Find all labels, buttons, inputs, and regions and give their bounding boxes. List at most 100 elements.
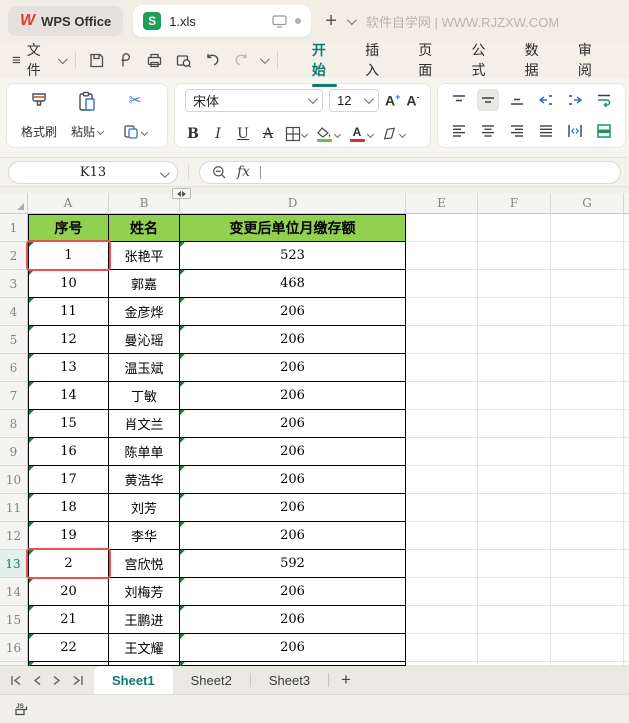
strikethrough-button[interactable]: A bbox=[260, 126, 276, 142]
row-header-8[interactable]: 8 bbox=[0, 410, 28, 438]
decrease-font-button[interactable]: A- bbox=[406, 92, 419, 109]
cell-F7[interactable] bbox=[478, 382, 551, 410]
row-header-7[interactable]: 7 bbox=[0, 382, 28, 410]
cell-F12[interactable] bbox=[478, 522, 551, 550]
sheet-tab-Sheet3[interactable]: Sheet3 bbox=[251, 666, 328, 694]
cell-G4[interactable] bbox=[551, 298, 624, 326]
column-header-A[interactable]: A bbox=[28, 193, 109, 214]
cell-A15[interactable]: 21 bbox=[28, 606, 109, 634]
save-button[interactable] bbox=[86, 49, 108, 71]
cell-B12[interactable]: 李华 bbox=[109, 522, 180, 550]
insert-function-icon[interactable]: fx bbox=[237, 164, 250, 180]
cell-E12[interactable] bbox=[406, 522, 478, 550]
cell-F16[interactable] bbox=[478, 634, 551, 662]
cell-D8[interactable]: 206 bbox=[180, 410, 406, 438]
row-header-10[interactable]: 10 bbox=[0, 466, 28, 494]
last-sheet-button[interactable] bbox=[71, 675, 84, 686]
cell-D7[interactable]: 206 bbox=[180, 382, 406, 410]
cell-B3[interactable]: 郭嘉 bbox=[109, 270, 180, 298]
cell-B5[interactable]: 曼沁瑶 bbox=[109, 326, 180, 354]
cell-B13[interactable]: 宫欣悦 bbox=[109, 550, 180, 578]
cell-D15[interactable]: 206 bbox=[180, 606, 406, 634]
cell-B15[interactable]: 王鹏进 bbox=[109, 606, 180, 634]
cell-G2[interactable] bbox=[551, 242, 624, 270]
row-header-6[interactable]: 6 bbox=[0, 354, 28, 382]
cell-F5[interactable] bbox=[478, 326, 551, 354]
cell-B8[interactable]: 肖文兰 bbox=[109, 410, 180, 438]
row-header-15[interactable]: 15 bbox=[0, 606, 28, 634]
justify-button[interactable] bbox=[535, 120, 557, 142]
ribbon-tab-开始[interactable]: 开始 bbox=[298, 33, 351, 87]
wps-office-menu-button[interactable]: W WPS Office bbox=[8, 6, 124, 36]
cell-E2[interactable] bbox=[406, 242, 478, 270]
cell-G12[interactable] bbox=[551, 522, 624, 550]
cell-F9[interactable] bbox=[478, 438, 551, 466]
cell-D13[interactable]: 592 bbox=[180, 550, 406, 578]
cell-G3[interactable] bbox=[551, 270, 624, 298]
fill-color-chevron-icon[interactable] bbox=[333, 130, 342, 138]
next-sheet-button[interactable] bbox=[52, 675, 61, 686]
column-header-E[interactable]: E bbox=[406, 193, 478, 214]
font-color-button[interactable]: A bbox=[349, 126, 365, 142]
ribbon-tab-插入[interactable]: 插入 bbox=[351, 33, 404, 87]
new-tab-button[interactable]: + bbox=[325, 11, 337, 31]
ribbon-tab-公式[interactable]: 公式 bbox=[457, 33, 510, 87]
merge-cells-button[interactable] bbox=[593, 120, 615, 142]
cell-F14[interactable] bbox=[478, 578, 551, 606]
row-header-3[interactable]: 3 bbox=[0, 270, 28, 298]
cell-A8[interactable]: 15 bbox=[28, 410, 109, 438]
cell-B9[interactable]: 陈单单 bbox=[109, 438, 180, 466]
font-size-select[interactable]: 12 bbox=[329, 89, 379, 112]
cell-B4[interactable]: 金彦烨 bbox=[109, 298, 180, 326]
cell-E7[interactable] bbox=[406, 382, 478, 410]
cell-F-partial[interactable] bbox=[478, 662, 551, 666]
cell-F11[interactable] bbox=[478, 494, 551, 522]
row-header-5[interactable]: 5 bbox=[0, 326, 28, 354]
align-center-button[interactable] bbox=[477, 120, 499, 142]
cell-B2[interactable]: 张艳平 bbox=[109, 242, 180, 270]
cell-B7[interactable]: 丁敏 bbox=[109, 382, 180, 410]
cell-A16[interactable]: 22 bbox=[28, 634, 109, 662]
cell-B14[interactable]: 刘梅芳 bbox=[109, 578, 180, 606]
sheet-tab-Sheet1[interactable]: Sheet1 bbox=[94, 666, 173, 694]
align-bottom-button[interactable] bbox=[506, 89, 528, 111]
cell-G9[interactable] bbox=[551, 438, 624, 466]
cell-A9[interactable]: 16 bbox=[28, 438, 109, 466]
cell-G-partial[interactable] bbox=[551, 662, 624, 666]
font-name-select[interactable]: 宋体 bbox=[185, 89, 323, 112]
cell-G6[interactable] bbox=[551, 354, 624, 382]
cell-B10[interactable]: 黄浩华 bbox=[109, 466, 180, 494]
select-all-corner[interactable] bbox=[0, 193, 28, 214]
cell-A11[interactable]: 18 bbox=[28, 494, 109, 522]
format-painter-button[interactable]: 格式刷 bbox=[15, 88, 63, 143]
align-left-button[interactable] bbox=[448, 120, 470, 142]
cell-A-partial[interactable] bbox=[28, 662, 109, 666]
cell-D6[interactable]: 206 bbox=[180, 354, 406, 382]
cell-A13[interactable]: 2 bbox=[26, 548, 111, 579]
export-pdf-button[interactable] bbox=[115, 49, 137, 71]
cell-D14[interactable]: 206 bbox=[180, 578, 406, 606]
cell-E11[interactable] bbox=[406, 494, 478, 522]
cell-G1[interactable] bbox=[551, 214, 624, 242]
sheet-tab-Sheet2[interactable]: Sheet2 bbox=[173, 666, 250, 694]
cell-A12[interactable]: 19 bbox=[28, 522, 109, 550]
decrease-indent-button[interactable] bbox=[535, 89, 557, 111]
formula-input[interactable]: fx bbox=[199, 160, 621, 184]
copy-button[interactable] bbox=[123, 124, 149, 140]
cell-F1[interactable] bbox=[478, 214, 551, 242]
cell-D1[interactable]: 变更后单位月缴存额 bbox=[180, 214, 406, 242]
row-header-9[interactable]: 9 bbox=[0, 438, 28, 466]
row-header-2[interactable]: 2 bbox=[0, 242, 28, 270]
row-header-12[interactable]: 12 bbox=[0, 522, 28, 550]
increase-indent-button[interactable] bbox=[564, 89, 586, 111]
row-header-14[interactable]: 14 bbox=[0, 578, 28, 606]
distributed-align-button[interactable] bbox=[564, 120, 586, 142]
cut-icon[interactable]: ✂ bbox=[129, 91, 142, 109]
cell-E6[interactable] bbox=[406, 354, 478, 382]
cell-A14[interactable]: 20 bbox=[28, 578, 109, 606]
cell-E9[interactable] bbox=[406, 438, 478, 466]
cell-D3[interactable]: 468 bbox=[180, 270, 406, 298]
ribbon-tab-审阅[interactable]: 审阅 bbox=[564, 33, 617, 87]
increase-font-button[interactable]: A+ bbox=[385, 92, 400, 109]
cell-E-partial[interactable] bbox=[406, 662, 478, 666]
